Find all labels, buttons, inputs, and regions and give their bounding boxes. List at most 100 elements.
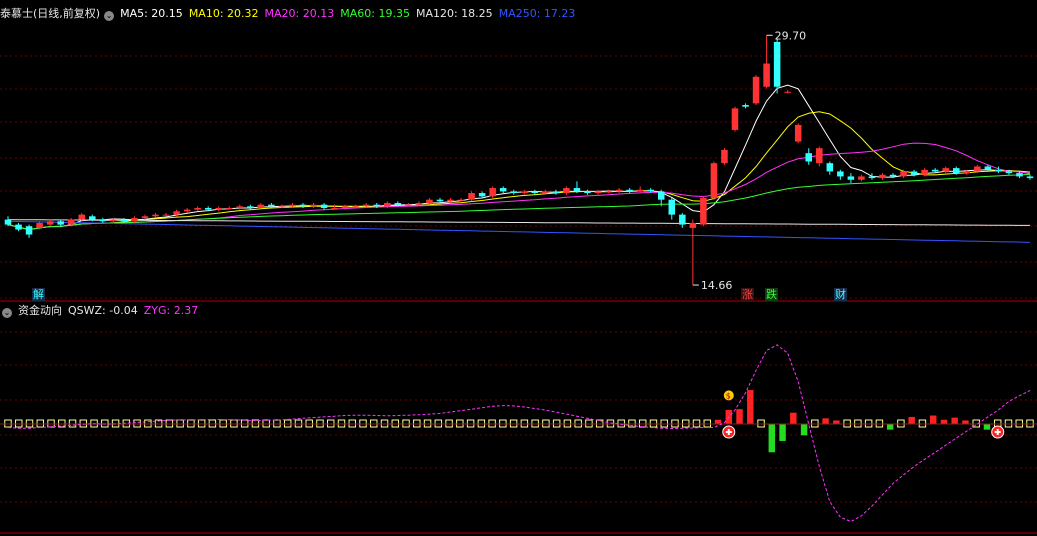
qswz-bar	[736, 409, 743, 424]
candle-body	[542, 191, 549, 194]
candle-body	[478, 193, 486, 197]
candle-body	[152, 214, 159, 217]
candle-body	[573, 188, 581, 192]
candle-body	[99, 219, 107, 222]
candle-body	[626, 189, 633, 192]
candle-body	[173, 211, 180, 215]
candle-body	[773, 41, 781, 87]
candle-body	[910, 171, 918, 175]
candle-body	[816, 148, 823, 164]
candle-body	[1005, 171, 1013, 174]
candle-body	[278, 206, 286, 208]
finance-report-marker[interactable]: 财	[834, 288, 847, 301]
candle-body	[89, 216, 96, 220]
candle-body	[352, 206, 359, 208]
candle-body	[120, 219, 128, 222]
candle-body	[457, 199, 465, 201]
candle-body	[731, 108, 739, 130]
unlock-marker[interactable]: 解	[32, 288, 45, 301]
limit-down-marker[interactable]: 跌	[765, 288, 778, 301]
candle-body	[594, 191, 602, 194]
candle-body	[110, 219, 117, 222]
ma5-line	[7, 84, 1031, 231]
qswz-bar	[886, 424, 894, 430]
candle-body	[889, 174, 897, 177]
candle-body	[900, 171, 907, 177]
candle-body	[131, 217, 138, 222]
candle-body	[879, 174, 886, 179]
candle-body	[847, 176, 855, 180]
candle-body	[194, 207, 201, 210]
ma60-line	[7, 173, 1031, 231]
low-price-label: 14.66	[701, 279, 733, 292]
qswz-bar	[940, 419, 948, 424]
money-bag-glyph: $	[726, 391, 731, 400]
candle-body	[447, 199, 454, 202]
candle-body	[1016, 173, 1023, 177]
high-price-label: 29.70	[775, 29, 807, 42]
candle-body	[141, 216, 149, 218]
candle-body	[405, 204, 412, 206]
candle-body	[204, 207, 212, 210]
candle-body	[636, 189, 644, 192]
candle-body	[247, 206, 254, 208]
candle-body	[320, 204, 328, 208]
candle-body	[268, 204, 275, 207]
candle-body	[647, 189, 654, 192]
candle-body	[426, 199, 433, 204]
candle-body	[563, 188, 570, 194]
zyg-line	[7, 344, 1031, 523]
candle-body	[668, 199, 676, 215]
candle-body	[784, 91, 791, 93]
candle-body	[826, 163, 834, 172]
qswz-bar	[833, 420, 840, 424]
qswz-bar	[983, 424, 991, 430]
candle-body	[289, 204, 296, 207]
candle-body	[1026, 176, 1034, 179]
candle-body	[415, 203, 423, 205]
candle-body	[394, 203, 402, 205]
ma20-line	[7, 142, 1031, 231]
limit-up-marker[interactable]: 涨	[741, 288, 754, 301]
candle-body	[67, 219, 75, 225]
qswz-bar	[790, 412, 797, 424]
stock-chart[interactable]: 29.70 14.66 $	[0, 0, 1037, 536]
candle-body	[78, 214, 86, 220]
candle-body	[236, 206, 244, 208]
candle-body	[689, 222, 697, 228]
candle-body	[521, 191, 528, 194]
qswz-bar	[779, 424, 786, 441]
candle-body	[931, 169, 939, 172]
candle-body	[584, 191, 591, 194]
candle-body	[15, 224, 22, 230]
candle-body	[384, 203, 391, 207]
candle-body	[499, 188, 507, 192]
candle-body	[721, 149, 728, 164]
candle-body	[763, 63, 770, 87]
qswz-bar	[747, 390, 754, 424]
qswz-bar	[800, 424, 808, 436]
candle-body	[984, 166, 992, 170]
candle-body	[657, 191, 665, 200]
candle-body	[225, 207, 233, 209]
candle-body	[552, 191, 560, 194]
candle-body	[4, 219, 12, 225]
candle-body	[805, 153, 813, 162]
candle-body	[299, 204, 307, 207]
candle-body	[679, 214, 686, 225]
qswz-bar	[962, 420, 969, 424]
qswz-bar	[929, 415, 937, 424]
candle-body	[605, 191, 612, 193]
candle-body	[963, 171, 971, 174]
candle-body	[615, 189, 623, 192]
candle-body	[215, 207, 222, 210]
candle-body	[331, 207, 338, 209]
candle-body	[868, 176, 876, 179]
qswz-bar	[768, 424, 776, 453]
candle-body	[794, 124, 802, 142]
ma10-line	[7, 111, 1031, 231]
candle-body	[25, 226, 33, 235]
candle-body	[489, 188, 496, 197]
qswz-bar	[908, 416, 915, 424]
candle-body	[942, 168, 949, 172]
